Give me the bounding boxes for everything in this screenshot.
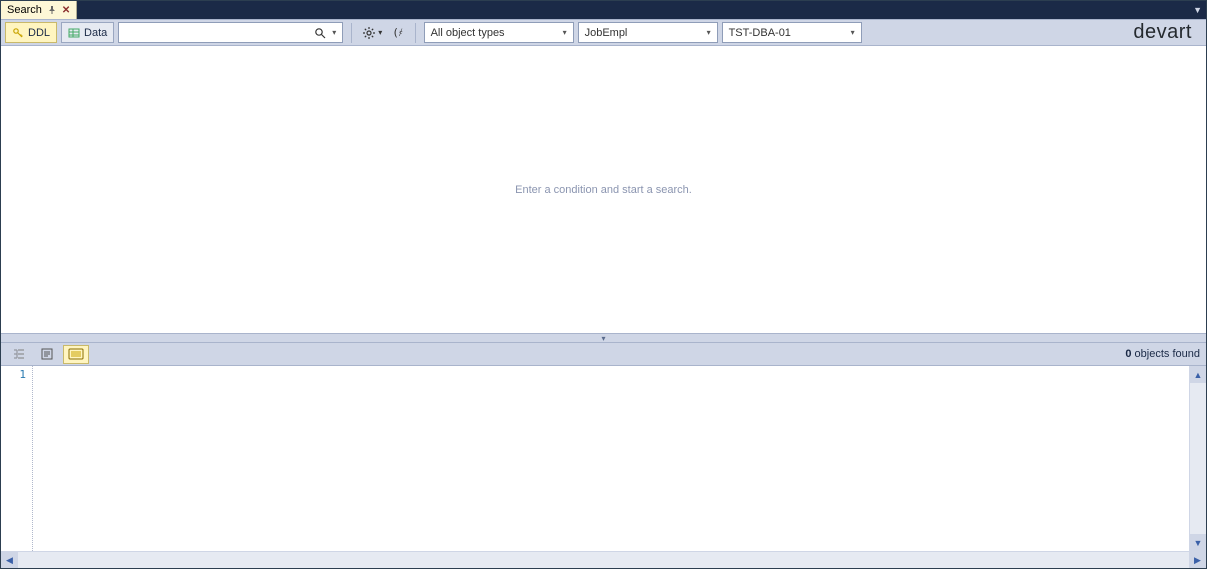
code-area[interactable] xyxy=(33,366,1189,551)
search-dropdown-icon[interactable]: ▾ xyxy=(330,28,338,37)
line-gutter: 1 xyxy=(1,366,33,551)
horizontal-scrollbar[interactable]: ◀ ▶ xyxy=(1,551,1206,568)
results-placeholder: Enter a condition and start a search. xyxy=(515,184,692,196)
tree-view-button[interactable] xyxy=(7,345,31,364)
chevron-down-icon[interactable]: ▼ xyxy=(1193,5,1202,15)
splitter[interactable]: ▾ xyxy=(1,333,1206,343)
separator xyxy=(351,23,352,43)
paren-toggle-icon: (҂ xyxy=(392,26,402,39)
script-icon xyxy=(40,347,54,361)
chevron-down-icon: ▾ xyxy=(563,28,567,37)
server-combo[interactable]: TST-DBA-01 ▾ xyxy=(722,22,862,43)
tree-icon xyxy=(12,347,26,361)
key-icon xyxy=(12,27,24,39)
scroll-up-icon[interactable]: ▲ xyxy=(1190,366,1206,383)
search-icon[interactable] xyxy=(312,27,328,39)
scroll-track[interactable] xyxy=(1190,383,1206,534)
separator xyxy=(415,23,416,43)
preview-button[interactable] xyxy=(63,345,89,364)
close-icon[interactable]: ✕ xyxy=(62,5,70,16)
database-combo[interactable]: JobEmpl ▾ xyxy=(578,22,718,43)
scroll-left-icon[interactable]: ◀ xyxy=(1,552,18,568)
tab-label: Search xyxy=(7,4,42,16)
script-view-button[interactable] xyxy=(35,345,59,364)
tabstrip-overflow: ▼ xyxy=(1193,1,1206,19)
ddl-label: DDL xyxy=(28,27,50,39)
data-button[interactable]: Data xyxy=(61,22,114,43)
editor: 1 ▲ ▼ xyxy=(1,366,1206,551)
scroll-right-icon[interactable]: ▶ xyxy=(1189,552,1206,568)
toolbar: DDL Data ▾ ▾ (҂ All object types ▾ JobEm… xyxy=(1,19,1206,46)
preview-icon xyxy=(68,348,84,360)
object-types-combo[interactable]: All object types ▾ xyxy=(424,22,574,43)
objects-label: objects found xyxy=(1132,348,1201,360)
results-area: Enter a condition and start a search. xyxy=(1,46,1206,333)
lower-toolbar: 0 objects found xyxy=(1,343,1206,366)
database-value: JobEmpl xyxy=(585,27,628,39)
grip-icon: ▾ xyxy=(601,334,605,343)
brand-logo: devart xyxy=(1133,21,1202,44)
chevron-down-icon: ▾ xyxy=(707,28,711,37)
ddl-button[interactable]: DDL xyxy=(5,22,57,43)
pin-icon[interactable] xyxy=(48,6,56,14)
object-types-value: All object types xyxy=(431,27,505,39)
toggle-button[interactable]: (҂ xyxy=(388,22,406,43)
settings-button[interactable]: ▾ xyxy=(360,22,384,43)
search-input[interactable] xyxy=(123,27,312,39)
data-label: Data xyxy=(84,27,107,39)
gear-icon xyxy=(362,26,376,40)
line-number: 1 xyxy=(1,368,26,381)
chevron-down-icon: ▾ xyxy=(851,28,855,37)
status-objects-found: 0 objects found xyxy=(1125,348,1200,360)
tabstrip: Search ✕ ▼ xyxy=(1,1,1206,19)
tab-search[interactable]: Search ✕ xyxy=(1,1,77,19)
scroll-down-icon[interactable]: ▼ xyxy=(1190,534,1206,551)
chevron-down-icon: ▾ xyxy=(378,28,382,37)
table-icon xyxy=(68,27,80,39)
server-value: TST-DBA-01 xyxy=(729,27,791,39)
search-box: ▾ xyxy=(118,22,343,43)
vertical-scrollbar[interactable]: ▲ ▼ xyxy=(1189,366,1206,551)
scroll-track[interactable] xyxy=(18,552,1189,568)
